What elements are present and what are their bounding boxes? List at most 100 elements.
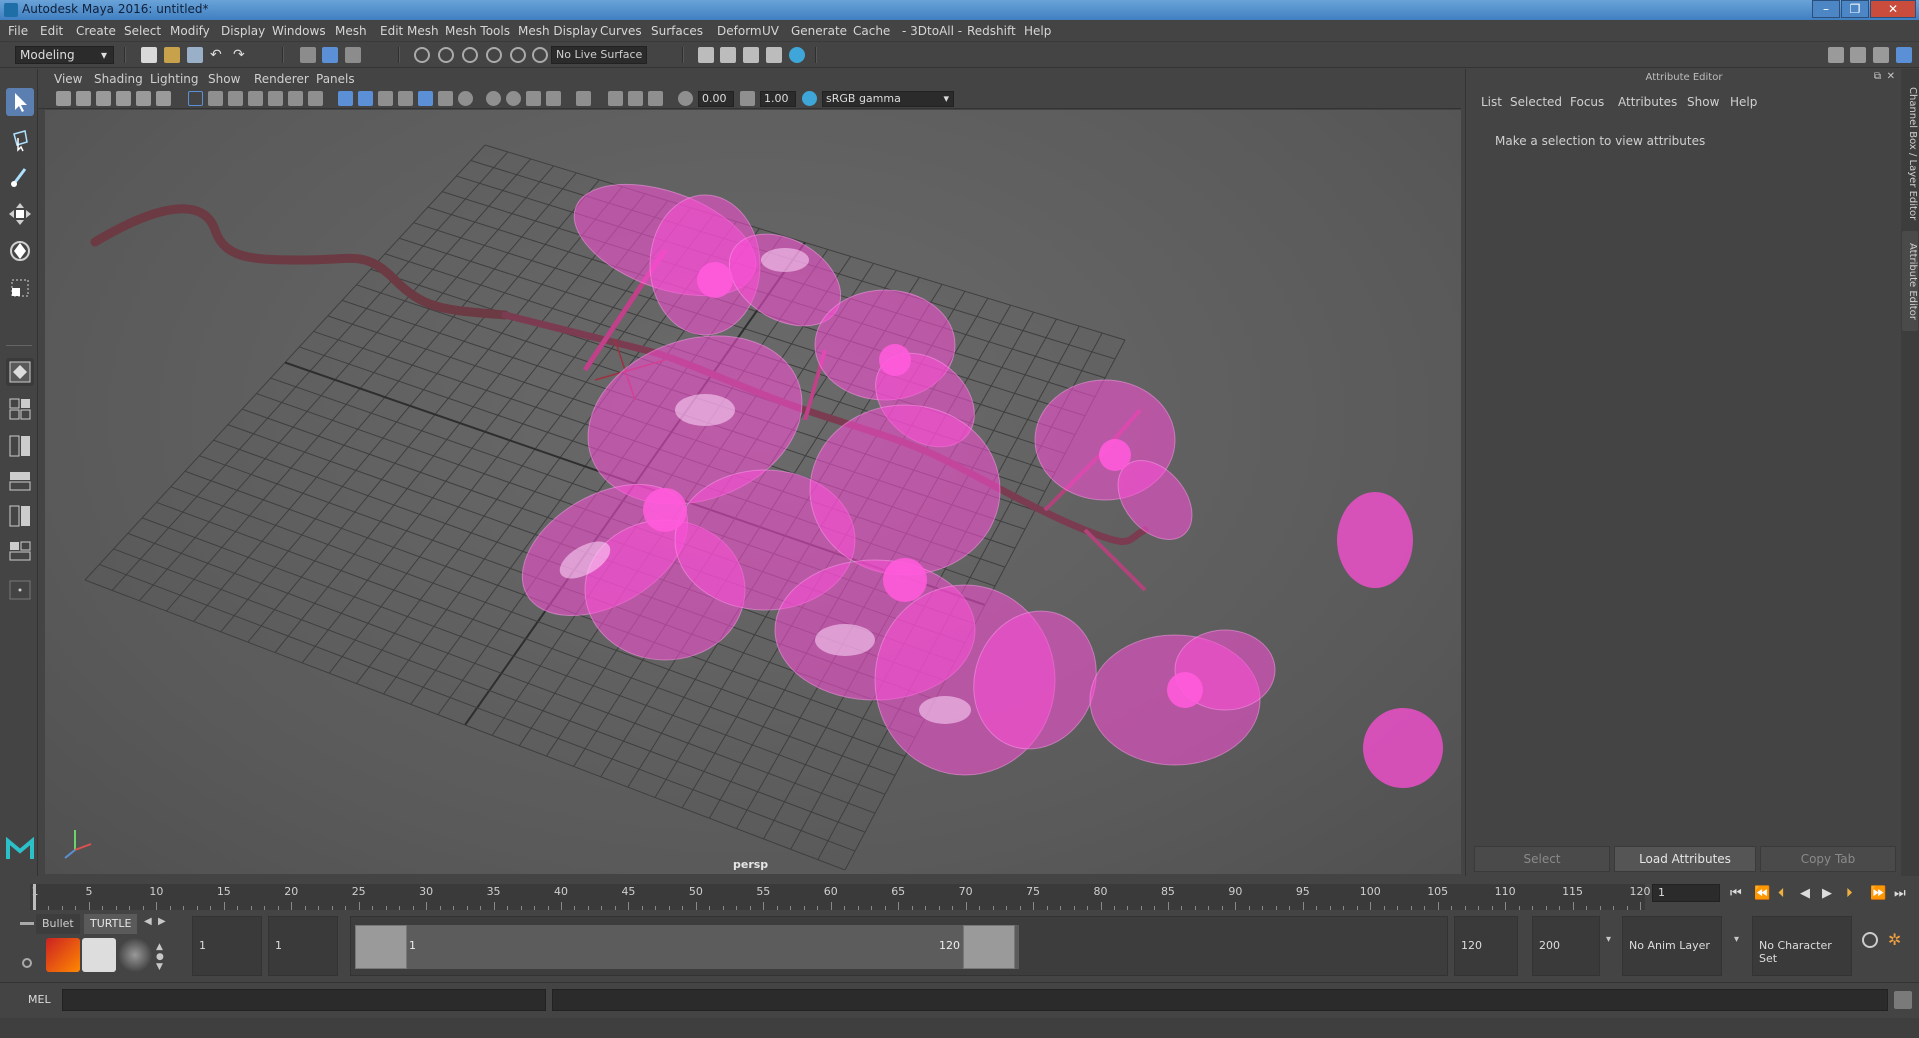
step-forward-icon[interactable]: ⏩ [1870, 886, 1886, 901]
safe-action-icon[interactable] [288, 91, 303, 106]
turtle-render-icon[interactable] [46, 938, 80, 972]
smooth-shade-icon[interactable] [358, 91, 373, 106]
multisample-aa-icon[interactable] [526, 91, 541, 106]
graph-persp-layout-icon[interactable] [6, 467, 34, 495]
image-plane-icon[interactable] [116, 91, 131, 106]
grease-pencil-icon[interactable] [156, 91, 171, 106]
mel-language-toggle[interactable]: MEL [28, 993, 51, 1006]
scale-tool-icon[interactable] [6, 274, 34, 302]
new-scene-icon[interactable] [141, 47, 157, 63]
field-chart-icon[interactable] [268, 91, 283, 106]
maximize-button[interactable]: ❐ [1841, 0, 1869, 18]
lasso-tool-icon[interactable] [6, 126, 34, 154]
load-attributes-button[interactable]: Load Attributes [1614, 846, 1756, 872]
use-default-material-icon[interactable] [378, 91, 393, 106]
xray-active-components-icon[interactable] [628, 91, 643, 106]
select-button[interactable]: Select [1474, 846, 1610, 872]
menu-uv[interactable]: UV [762, 24, 779, 38]
shadows-icon[interactable] [458, 91, 473, 106]
select-camera-icon[interactable] [56, 91, 71, 106]
camera-attributes-icon[interactable] [76, 91, 91, 106]
menu-mesh-tools[interactable]: Mesh Tools [445, 24, 510, 38]
character-set-dropdown[interactable]: No Character Set [1752, 916, 1852, 976]
shelf-tab-bullet[interactable]: Bullet [36, 914, 80, 934]
playback-start-field[interactable]: 1 [268, 916, 338, 976]
attr-menu-help[interactable]: Help [1730, 95, 1757, 109]
snap-projected-center-icon[interactable] [486, 47, 502, 63]
snap-point-icon[interactable] [462, 47, 478, 63]
more-layouts-icon[interactable] [6, 579, 34, 601]
menu-help[interactable]: Help [1024, 24, 1051, 38]
step-back-key-icon[interactable]: ⏴ [1778, 886, 1785, 901]
attr-menu-show[interactable]: Show [1687, 95, 1719, 109]
view-transform-dropdown[interactable]: sRGB gamma ▾ [822, 91, 954, 107]
attr-menu-attributes[interactable]: Attributes [1618, 95, 1677, 109]
snap-curve-icon[interactable] [438, 47, 454, 63]
film-gate-icon[interactable] [208, 91, 223, 106]
select-object-icon[interactable] [322, 47, 338, 63]
grid-toggle-icon[interactable] [188, 91, 203, 106]
turtle-bake-icon[interactable] [82, 938, 116, 972]
range-slider[interactable]: 1 120 [350, 916, 1448, 976]
undo-icon[interactable]: ↶ [210, 47, 226, 63]
menu-edit-mesh[interactable]: Edit Mesh [380, 24, 439, 38]
ipr-render-icon[interactable] [743, 47, 759, 63]
textured-icon[interactable] [418, 91, 433, 106]
go-to-end-icon[interactable]: ⏭ [1894, 886, 1906, 901]
rotate-tool-icon[interactable] [6, 237, 34, 265]
render-view-icon[interactable] [766, 47, 782, 63]
range-options-icon[interactable]: ▾ [1606, 934, 1611, 945]
play-backwards-icon[interactable]: ◀ [1800, 886, 1810, 901]
render-settings-icon[interactable] [698, 47, 714, 63]
menu-create[interactable]: Create [76, 24, 116, 38]
animation-start-field[interactable]: 1 [192, 916, 262, 976]
shelf-tab-turtle[interactable]: TURTLE [84, 914, 138, 934]
menu-file[interactable]: File [8, 24, 28, 38]
anim-layer-dropdown[interactable]: No Anim Layer [1622, 916, 1722, 976]
outliner-persp-layout-icon[interactable] [6, 432, 34, 460]
menu-surfaces[interactable]: Surfaces [651, 24, 703, 38]
attribute-editor-toggle-icon[interactable] [1873, 47, 1889, 63]
menu-3dtoall[interactable]: - 3DtoAll - [902, 24, 962, 38]
gate-mask-icon[interactable] [248, 91, 263, 106]
bookmarks-icon[interactable] [96, 91, 111, 106]
panel-menu-show[interactable]: Show [208, 72, 240, 86]
shelf-prev-icon[interactable]: ◀ [144, 916, 152, 927]
menu-curves[interactable]: Curves [600, 24, 642, 38]
isolate-select-icon[interactable] [576, 91, 591, 106]
copy-tab-button[interactable]: Copy Tab [1760, 846, 1896, 872]
menu-mesh[interactable]: Mesh [335, 24, 367, 38]
select-hierarchy-icon[interactable] [300, 47, 316, 63]
move-tool-icon[interactable] [6, 200, 34, 228]
live-surface-field[interactable]: No Live Surface [551, 46, 647, 64]
menu-redshift[interactable]: Redshift [967, 24, 1016, 38]
redo-icon[interactable]: ↷ [233, 47, 249, 63]
close-panel-icon[interactable]: ✕ [1887, 71, 1895, 82]
shelf-menu-icon[interactable] [20, 922, 34, 925]
step-forward-key-icon[interactable]: ⏵ [1846, 886, 1853, 901]
attribute-editor-tab[interactable]: Attribute Editor [1902, 231, 1918, 331]
step-back-icon[interactable]: ⏪ [1754, 886, 1770, 901]
range-end-handle[interactable] [963, 925, 1015, 969]
persp-graph-layout-icon[interactable] [6, 537, 34, 565]
select-tool-icon[interactable] [6, 88, 34, 116]
animation-end-field[interactable]: 200 [1532, 916, 1600, 976]
close-button[interactable]: ✕ [1870, 0, 1916, 18]
menu-generate[interactable]: Generate [791, 24, 847, 38]
menu-edit[interactable]: Edit [40, 24, 63, 38]
use-all-lights-icon[interactable] [438, 91, 453, 106]
wireframe-shading-icon[interactable] [338, 91, 353, 106]
make-live-icon[interactable] [532, 47, 548, 63]
timeline-ruler[interactable]: 1510152025303540455055606570758085909510… [30, 884, 1651, 910]
shelf-next-icon[interactable]: ▶ [158, 916, 166, 927]
menu-set-dropdown[interactable]: Modeling ▾ [15, 46, 114, 64]
panel-menu-renderer[interactable]: Renderer [254, 72, 309, 86]
motion-blur-icon[interactable] [506, 91, 521, 106]
hypershade-persp-layout-icon[interactable] [6, 502, 34, 530]
animation-preferences-icon[interactable]: ✲ [1888, 930, 1901, 949]
single-perspective-layout-icon[interactable] [6, 358, 34, 386]
two-d-pan-zoom-icon[interactable] [136, 91, 151, 106]
safe-title-icon[interactable] [308, 91, 323, 106]
script-editor-icon[interactable] [1894, 991, 1912, 1009]
attr-menu-list[interactable]: List [1481, 95, 1502, 109]
